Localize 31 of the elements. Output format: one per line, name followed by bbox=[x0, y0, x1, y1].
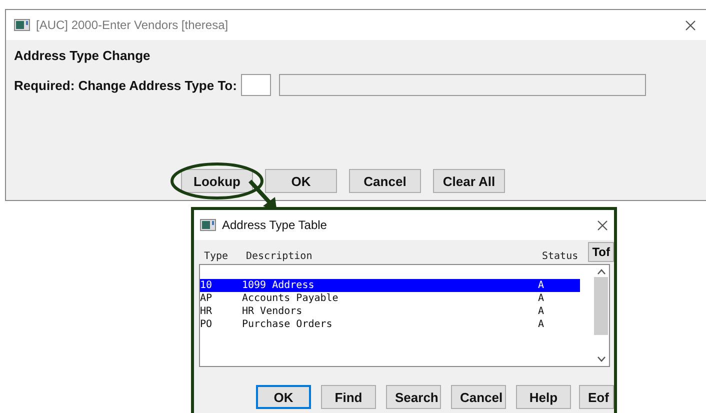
app-icon bbox=[14, 19, 30, 31]
top-button[interactable]: Tof bbox=[588, 242, 614, 262]
dialog-button[interactable]: Help bbox=[516, 385, 571, 409]
scrollbar-thumb[interactable] bbox=[594, 277, 608, 335]
scroll-up-icon[interactable] bbox=[596, 269, 606, 275]
dialog-button[interactable]: Find bbox=[321, 385, 376, 409]
column-header: Description bbox=[246, 251, 314, 262]
dialog-button[interactable]: Cancel bbox=[451, 385, 506, 409]
app-icon bbox=[200, 219, 216, 231]
field-label: Required: Change Address Type To: bbox=[14, 78, 237, 92]
list-row[interactable]: HR HR Vendors A bbox=[200, 305, 580, 318]
list-row[interactable]: AP Accounts Payable A bbox=[200, 292, 580, 305]
action-button[interactable]: OK bbox=[265, 169, 337, 193]
action-button[interactable]: Lookup bbox=[181, 169, 253, 193]
section-heading: Address Type Change bbox=[14, 48, 152, 63]
dialog-button[interactable]: OK bbox=[256, 385, 311, 409]
window-title: Address Type Table bbox=[222, 218, 328, 232]
end-button[interactable]: Eof bbox=[579, 385, 614, 409]
column-header: Status bbox=[542, 251, 580, 262]
column-header: Type bbox=[204, 251, 230, 262]
action-button[interactable]: Clear All bbox=[433, 169, 505, 193]
dialog-button[interactable]: Search bbox=[386, 385, 441, 409]
input-field[interactable] bbox=[240, 74, 271, 96]
description-field[interactable] bbox=[278, 74, 646, 96]
window-title: [AUC] 2000-Enter Vendors [theresa] bbox=[36, 18, 230, 32]
scroll-down-icon[interactable] bbox=[596, 356, 606, 362]
close-icon[interactable] bbox=[685, 20, 696, 30]
list-row[interactable]: PO Purchase Orders A bbox=[200, 318, 580, 331]
list-row[interactable]: 10 1099 Address A bbox=[200, 279, 580, 292]
close-icon[interactable] bbox=[597, 220, 608, 230]
action-button[interactable]: Cancel bbox=[349, 169, 421, 193]
